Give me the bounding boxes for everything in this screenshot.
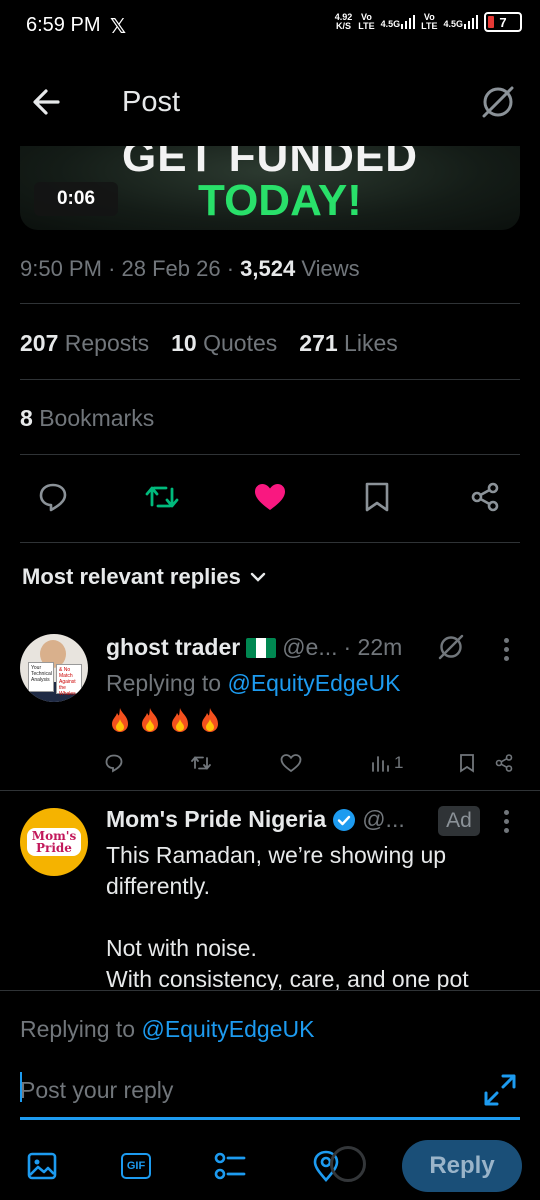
reply-input[interactable] (20, 1068, 480, 1112)
moms-pride-logo: Mom's Pride (26, 828, 82, 856)
bookmark-icon[interactable] (458, 748, 476, 778)
quotes-stat[interactable]: 10 Quotes (171, 330, 277, 357)
replying-handle-link[interactable]: @EquityEdgeUK (227, 670, 400, 696)
divider (20, 542, 520, 543)
fire-emoji-icon (142, 708, 158, 732)
battery-icon: 7 (484, 12, 522, 32)
fire-emoji-icon (202, 708, 218, 732)
replying-to: Replying to @EquityEdgeUK (106, 670, 401, 696)
sim1-signal-icon: 4.5G (381, 15, 416, 29)
divider (20, 454, 520, 455)
ad-author[interactable]: Mom's Pride Nigeria @... (106, 806, 405, 833)
engagement-stats: 207 Reposts 10 Quotes 271 Likes (20, 330, 398, 357)
post-date: 28 Feb 26 (121, 256, 221, 281)
ad-body-text: This Ramadan, we’re showing up different… (106, 842, 469, 992)
more-options-icon[interactable] (496, 634, 516, 664)
reply-author[interactable]: ghost trader @e... · 22m (106, 634, 402, 661)
author-name: ghost trader (106, 634, 241, 660)
video-thumbnail[interactable]: GET FUNDED TODAY! 0:06 (20, 146, 520, 230)
like-heart-icon[interactable] (247, 474, 293, 520)
page-title: Post (122, 86, 181, 118)
chevron-down-icon (250, 572, 266, 582)
divider (20, 303, 520, 304)
repost-icon[interactable] (139, 474, 185, 520)
verified-badge-icon (333, 808, 356, 831)
share-icon[interactable] (462, 474, 508, 520)
net-speed: 4.92 K/S (334, 12, 353, 31)
video-caption-line2: TODAY! (198, 176, 362, 225)
bookmark-icon[interactable] (354, 474, 400, 520)
replies-sort-dropdown[interactable]: Most relevant replies (22, 564, 267, 590)
back-arrow-icon[interactable] (28, 84, 68, 120)
nigeria-flag-icon (246, 637, 277, 658)
bookmarks-stat[interactable]: 8 Bookmarks (20, 405, 154, 432)
reposts-stat[interactable]: 207 Reposts (20, 330, 149, 357)
likes-stat[interactable]: 271 Likes (299, 330, 397, 357)
views-count: 3,524 (240, 256, 296, 281)
character-count-ring (330, 1146, 366, 1182)
fire-emoji-icon (112, 708, 128, 732)
status-time: 6:59 PM (26, 14, 101, 36)
like-icon[interactable] (280, 748, 302, 778)
reply-icon[interactable] (30, 474, 76, 520)
post-meta: 9:50 PM · 28 Feb 26 · 3,524 Views (20, 256, 360, 281)
sim1-volte: Vo LTE (358, 12, 375, 31)
ad-badge: Ad (438, 806, 480, 836)
reply-time: · 22m (343, 634, 403, 660)
status-indicators: 4.92 K/S Vo LTE 4.5G Vo LTE 4.5G 7 (335, 12, 522, 32)
fire-emoji-icon (172, 708, 188, 732)
image-icon[interactable] (22, 1146, 62, 1186)
share-icon[interactable] (494, 748, 514, 778)
reply-text (106, 706, 224, 734)
grok-icon[interactable] (436, 632, 466, 662)
divider (20, 379, 520, 380)
avatar[interactable]: Mom's Pride (20, 808, 88, 876)
divider (0, 790, 540, 791)
views-label: Views (301, 256, 360, 281)
reply-button[interactable]: Reply (402, 1140, 522, 1192)
more-options-icon[interactable] (496, 806, 516, 836)
bar-chart-icon (372, 756, 389, 772)
input-underline (20, 1117, 520, 1120)
sim2-signal-icon: 4.5G (443, 15, 478, 29)
text-cursor (20, 1072, 22, 1102)
gif-icon[interactable]: GIF (116, 1146, 156, 1186)
reply-action-bar: 1 (100, 748, 520, 778)
sim2-volte: Vo LTE (421, 12, 438, 31)
author-name: Mom's Pride Nigeria (106, 806, 327, 832)
grok-icon[interactable] (478, 82, 518, 122)
replying-handle-link[interactable]: @EquityEdgeUK (141, 1016, 314, 1042)
repost-icon[interactable] (190, 748, 212, 778)
video-duration: 0:06 (34, 182, 118, 216)
reply-icon[interactable] (104, 748, 124, 778)
composer-replying-to: Replying to @EquityEdgeUK (20, 1016, 315, 1042)
author-handle: @e... (282, 634, 338, 660)
x-logo-icon: 𝕏 (110, 16, 127, 38)
views-stat[interactable]: 1 (370, 748, 403, 778)
expand-icon[interactable] (480, 1070, 520, 1110)
avatar[interactable]: Your Technical Analysis & No Match Again… (20, 634, 88, 702)
poll-icon[interactable] (210, 1146, 250, 1186)
post-action-bar (0, 474, 540, 520)
author-handle: @... (362, 806, 405, 832)
post-time: 9:50 PM (20, 256, 102, 281)
